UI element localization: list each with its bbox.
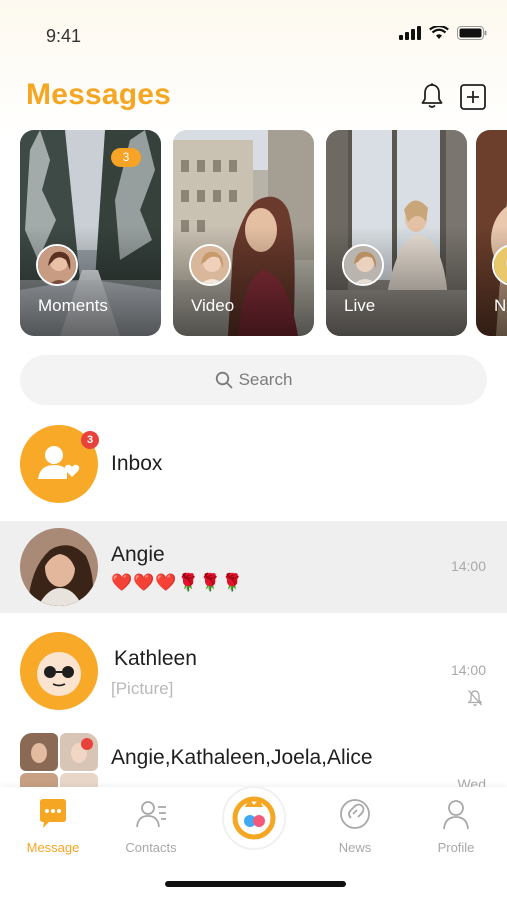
messages-screen: 9:41 Messages 3 Moments Video Live N Sea… bbox=[0, 0, 507, 900]
story-label: Moments bbox=[38, 296, 108, 315]
tab-label: Contacts bbox=[125, 840, 177, 855]
news-icon bbox=[340, 799, 370, 829]
stories-carousel[interactable]: 3 Moments Video Live N bbox=[20, 130, 507, 336]
conversation-time: 14:00 bbox=[450, 558, 486, 574]
message-icon bbox=[40, 799, 66, 828]
avatar bbox=[20, 632, 98, 710]
mute-bell-icon bbox=[467, 690, 483, 706]
search-icon bbox=[215, 371, 232, 389]
home-indicator[interactable] bbox=[165, 881, 346, 887]
conversation-name: Angie,Kathaleen,Joela,Alice bbox=[111, 746, 373, 769]
search-bar[interactable]: Search bbox=[20, 355, 487, 405]
story-label: Video bbox=[191, 296, 235, 315]
tab-contacts[interactable]: Contacts bbox=[116, 797, 186, 855]
story-card-live[interactable]: Live bbox=[326, 130, 467, 336]
tab-label: News bbox=[338, 840, 372, 855]
status-icons bbox=[399, 26, 487, 40]
story-card-video[interactable]: Video bbox=[173, 130, 314, 336]
conversation-preview: [Picture] bbox=[111, 679, 174, 698]
bell-icon[interactable] bbox=[419, 82, 445, 110]
inbox-label: Inbox bbox=[111, 452, 163, 475]
profile-icon bbox=[443, 800, 469, 830]
inbox-row[interactable]: 3 Inbox bbox=[0, 423, 507, 505]
tab-news[interactable]: News bbox=[320, 797, 390, 855]
story-avatar bbox=[36, 244, 78, 286]
header: Messages bbox=[0, 74, 507, 120]
inbox-badge: 3 bbox=[81, 431, 99, 449]
center-logo-icon bbox=[222, 786, 286, 850]
tab-message[interactable]: Message bbox=[18, 797, 88, 855]
tab-profile[interactable]: Profile bbox=[421, 797, 491, 855]
conversation-name: Kathleen bbox=[114, 647, 197, 670]
tab-center[interactable] bbox=[219, 785, 289, 855]
story-card-news[interactable]: Ne bbox=[476, 130, 507, 336]
page-title: Messages bbox=[26, 78, 172, 111]
search-placeholder: Search bbox=[238, 370, 293, 389]
conversation-row-kathleen[interactable]: Kathleen [Picture] 14:00 bbox=[0, 625, 507, 725]
story-card-moments[interactable]: 3 Moments bbox=[20, 130, 161, 336]
story-label: Live bbox=[344, 296, 376, 315]
conversation-preview: ❤️❤️❤️🌹🌹🌹 bbox=[111, 573, 245, 592]
story-shade bbox=[20, 226, 161, 336]
story-count-badge: 3 bbox=[111, 148, 141, 167]
status-bar: 9:41 bbox=[0, 0, 507, 70]
cellular-signal-icon bbox=[399, 26, 421, 40]
story-shade bbox=[326, 226, 467, 336]
wifi-icon bbox=[429, 26, 449, 39]
story-avatar bbox=[189, 244, 231, 286]
tab-label: Profile bbox=[437, 840, 475, 855]
avatar bbox=[20, 528, 98, 606]
conversation-name: Angie bbox=[111, 543, 165, 566]
cartoon-face-icon bbox=[37, 652, 81, 696]
conversation-time: 14:00 bbox=[450, 662, 486, 678]
battery-icon bbox=[457, 26, 487, 40]
unread-dot bbox=[81, 738, 93, 750]
story-shade bbox=[173, 226, 314, 336]
tab-label: Message bbox=[26, 840, 80, 855]
story-label: Ne bbox=[494, 296, 507, 315]
add-icon[interactable] bbox=[460, 84, 486, 110]
story-avatar bbox=[342, 244, 384, 286]
conversation-row-angie[interactable]: Angie ❤️❤️❤️🌹🌹🌹 14:00 bbox=[0, 521, 507, 613]
contacts-icon bbox=[136, 801, 166, 828]
